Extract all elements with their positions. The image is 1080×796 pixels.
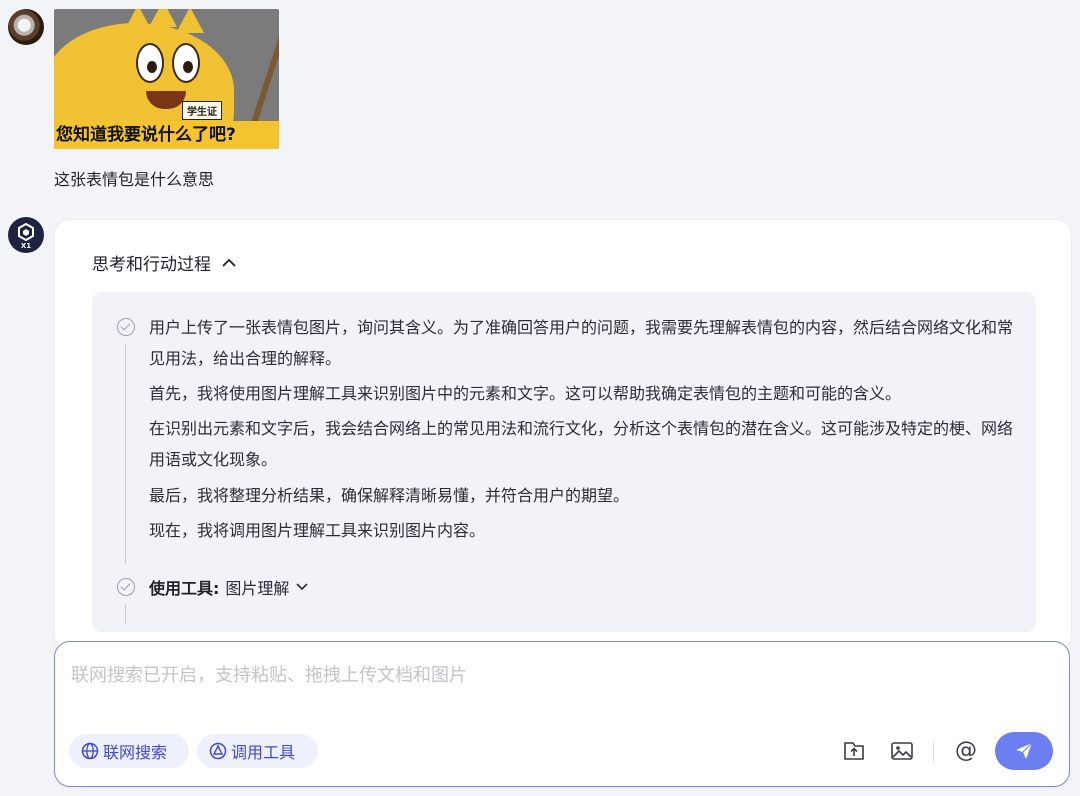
step-connector xyxy=(125,344,126,564)
send-icon xyxy=(1016,742,1033,759)
call-tools-button[interactable]: 调用工具 xyxy=(197,734,318,768)
image-icon[interactable] xyxy=(889,738,915,764)
sticker-spike xyxy=(149,9,177,27)
call-tools-label: 调用工具 xyxy=(231,743,296,762)
thinking-paragraph: 现在，我将调用图片理解工具来识别图片内容。 xyxy=(149,521,486,540)
thinking-paragraph: 用户上传了一张表情包图片，询问其含义。为了准确回答用户的问题，我需要先理解表情包… xyxy=(149,318,1014,368)
check-circle-icon xyxy=(117,578,135,596)
chat-input[interactable] xyxy=(69,654,1053,696)
thinking-toggle[interactable]: 思考和行动过程 xyxy=(92,250,237,275)
assistant-message-card: 思考和行动过程 用户上传了一张表情包图片，询问其含义。为了准确回答用户的问题，我… xyxy=(54,219,1072,651)
assistant-avatar-label: X1 xyxy=(20,242,32,250)
at-icon[interactable]: @ xyxy=(953,738,979,764)
sticker-eye xyxy=(136,43,164,83)
thinking-paragraph: 在识别出元素和文字后，我会结合网络上的常见用法和流行文化，分析这个表情包的潜在含… xyxy=(149,419,1014,469)
user-message: 这张表情包是什么意思 xyxy=(54,170,215,189)
web-search-label: 联网搜索 xyxy=(103,743,168,762)
web-search-toggle[interactable]: 联网搜索 xyxy=(69,734,189,768)
sticker-spike xyxy=(176,9,204,33)
sticker-caption: 您知道我要说什么了吧? xyxy=(54,121,279,149)
assistant-avatar: X1 xyxy=(8,217,44,253)
chat-input-box: 联网搜索 调用工具 @ xyxy=(54,641,1070,787)
check-circle-icon xyxy=(117,318,135,336)
step-connector xyxy=(125,604,126,624)
upload-icon[interactable] xyxy=(841,738,867,764)
tool-use-row[interactable]: 使用工具: 图片理解 xyxy=(149,575,309,599)
toolbar-divider xyxy=(933,742,934,762)
assistant-logo-icon xyxy=(18,223,34,241)
tool-use-label: 使用工具: xyxy=(149,579,220,598)
sticker-spike xyxy=(124,9,152,31)
thinking-panel: 用户上传了一张表情包图片，询问其含义。为了准确回答用户的问题，我需要先理解表情包… xyxy=(92,292,1036,632)
thinking-header-label: 思考和行动过程 xyxy=(92,255,211,275)
thinking-paragraph: 首先，我将使用图片理解工具来识别图片中的元素和文字。这可以帮助我确定表情包的主题… xyxy=(149,384,902,403)
sticker-badge: 学生证 xyxy=(182,101,222,120)
globe-icon xyxy=(81,742,99,760)
send-button[interactable] xyxy=(995,732,1053,770)
chevron-up-icon xyxy=(222,258,236,267)
tools-icon xyxy=(209,742,227,760)
thinking-paragraph: 最后，我将整理分析结果，确保解释清晰易懂，并符合用户的期望。 xyxy=(149,486,630,505)
sticker-eye xyxy=(172,43,200,83)
user-avatar xyxy=(8,9,44,45)
tool-use-value: 图片理解 xyxy=(225,579,290,598)
sticker-image[interactable]: 学生证 您知道我要说什么了吧? xyxy=(54,9,279,149)
chevron-down-icon xyxy=(296,583,308,591)
